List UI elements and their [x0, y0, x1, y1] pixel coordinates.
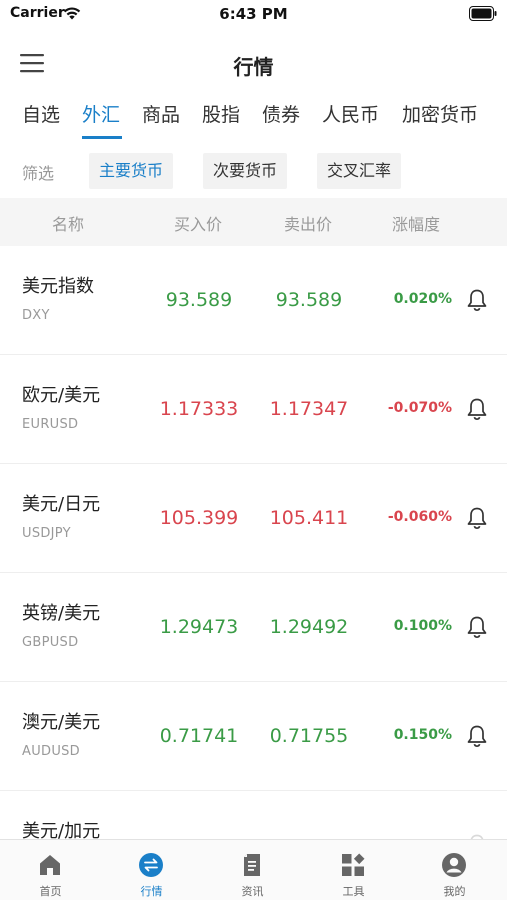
tabbar-news[interactable]: 资讯 — [202, 840, 303, 900]
bottom-tab-bar: 首页 行情 资讯 工具 我的 — [0, 839, 507, 900]
battery-icon — [469, 6, 497, 21]
tabbar-market[interactable]: 行情 — [101, 840, 202, 900]
buy-price: 1.17333 — [159, 398, 239, 420]
change-percent: -0.060% — [387, 509, 452, 525]
quote-row[interactable]: 澳元/美元 AUDUSD 0.71741 0.71755 0.150% — [0, 682, 507, 791]
clock: 6:43 PM — [219, 5, 288, 23]
tab-bonds[interactable]: 债券 — [262, 100, 300, 127]
tab-rmb[interactable]: 人民币 — [322, 100, 379, 127]
change-percent: 0.020% — [393, 291, 452, 307]
bell-icon[interactable] — [466, 724, 488, 748]
header-buy: 买入价 — [173, 215, 222, 234]
buy-price: 93.589 — [165, 289, 233, 311]
tab-commodities[interactable]: 商品 — [142, 100, 180, 127]
navigation-bar: 行情 — [0, 40, 507, 88]
tabbar-profile[interactable]: 我的 — [404, 840, 505, 900]
tab-indices[interactable]: 股指 — [202, 100, 240, 127]
page-title: 行情 — [233, 55, 274, 79]
chip-cross-rates[interactable]: 交叉汇率 — [317, 153, 402, 189]
instrument-name: 澳元/美元 — [22, 712, 101, 733]
buy-price: 0.71741 — [159, 725, 239, 747]
table-header: 名称 买入价 卖出价 涨幅度 — [0, 198, 507, 246]
instrument-name: 美元/日元 — [22, 494, 101, 515]
home-icon — [40, 855, 60, 875]
quote-row[interactable]: 欧元/美元 EURUSD 1.17333 1.17347 -0.070% — [0, 355, 507, 464]
sell-price: 105.411 — [269, 507, 349, 529]
profile-icon — [442, 853, 466, 877]
chip-major-currencies[interactable]: 主要货币 — [89, 153, 174, 189]
sell-price: 1.17347 — [269, 398, 349, 420]
tabbar-label: 首页 — [39, 885, 62, 898]
filter-row: 筛选 主要货币 次要货币 交叉汇率 — [0, 151, 507, 191]
instrument-code: AUDUSD — [22, 744, 80, 759]
instrument-code: USDJPY — [22, 526, 71, 541]
bell-icon[interactable] — [466, 615, 488, 639]
change-percent: -0.070% — [387, 400, 452, 416]
chip-minor-currencies[interactable]: 次要货币 — [203, 153, 288, 189]
exchange-icon — [139, 853, 163, 877]
change-percent: 0.100% — [393, 618, 452, 634]
filter-label: 筛选 — [22, 164, 55, 183]
tab-forex[interactable]: 外汇 — [82, 100, 120, 127]
instrument-code: GBPUSD — [22, 635, 79, 650]
quote-row[interactable]: 英镑/美元 GBPUSD 1.29473 1.29492 0.100% — [0, 573, 507, 682]
tools-icon — [342, 853, 365, 876]
tabbar-label: 资讯 — [241, 885, 264, 898]
tabbar-home[interactable]: 首页 — [0, 840, 101, 900]
news-icon — [244, 854, 260, 876]
instrument-name: 美元/加元 — [22, 821, 101, 839]
quote-row[interactable]: 美元/加元 — [0, 791, 507, 839]
instrument-code: EURUSD — [22, 417, 79, 432]
sell-price: 0.71755 — [269, 725, 349, 747]
bell-icon[interactable] — [466, 506, 488, 530]
status-bar: Carrier 6:43 PM — [0, 0, 507, 30]
header-name: 名称 — [51, 215, 84, 234]
tabbar-tools[interactable]: 工具 — [303, 840, 404, 900]
category-tabs: 自选 外汇 商品 股指 债券 人民币 加密货币 — [0, 96, 507, 142]
tabbar-label: 工具 — [342, 885, 365, 898]
buy-price: 1.29473 — [159, 616, 239, 638]
change-percent: 0.150% — [393, 727, 452, 743]
tab-watchlist[interactable]: 自选 — [22, 100, 60, 127]
sell-price: 1.29492 — [269, 616, 349, 638]
tabbar-label: 我的 — [443, 885, 466, 898]
header-sell: 卖出价 — [283, 215, 332, 234]
sell-price: 93.589 — [275, 289, 343, 311]
bell-icon[interactable] — [466, 288, 488, 312]
header-change: 涨幅度 — [391, 215, 440, 234]
instrument-name: 英镑/美元 — [22, 603, 101, 624]
menu-icon[interactable] — [20, 52, 44, 74]
instrument-name: 美元指数 — [22, 276, 94, 297]
tabbar-label: 行情 — [140, 885, 163, 898]
bell-icon[interactable] — [466, 397, 488, 421]
tab-crypto[interactable]: 加密货币 — [402, 100, 478, 127]
active-tab-indicator — [82, 136, 122, 139]
instrument-code: DXY — [22, 308, 50, 323]
quote-row[interactable]: 美元指数 DXY 93.589 93.589 0.020% — [0, 246, 507, 355]
quote-list: 美元指数 DXY 93.589 93.589 0.020% 欧元/美元 EURU… — [0, 246, 507, 839]
instrument-name: 欧元/美元 — [22, 385, 101, 406]
buy-price: 105.399 — [159, 507, 239, 529]
quote-row[interactable]: 美元/日元 USDJPY 105.399 105.411 -0.060% — [0, 464, 507, 573]
